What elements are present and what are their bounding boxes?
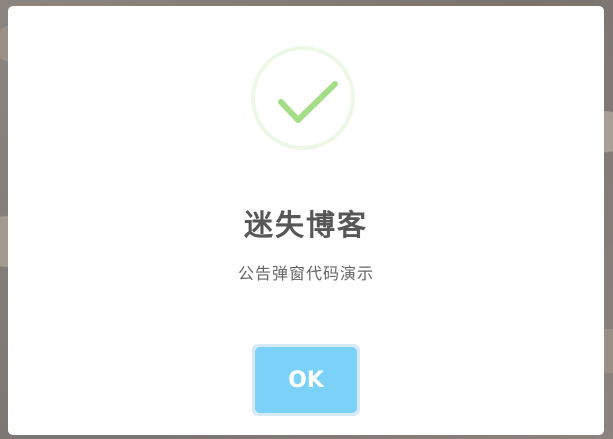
dialog-message: 公告弹窗代码演示 — [237, 264, 374, 283]
ok-button-focus-ring: OK — [252, 344, 360, 416]
dialog-title: 迷失博客 — [243, 208, 368, 242]
alert-dialog: 迷失博客 公告弹窗代码演示 OK — [8, 6, 604, 435]
ok-button[interactable]: OK — [255, 347, 357, 413]
success-check-icon — [251, 46, 355, 150]
